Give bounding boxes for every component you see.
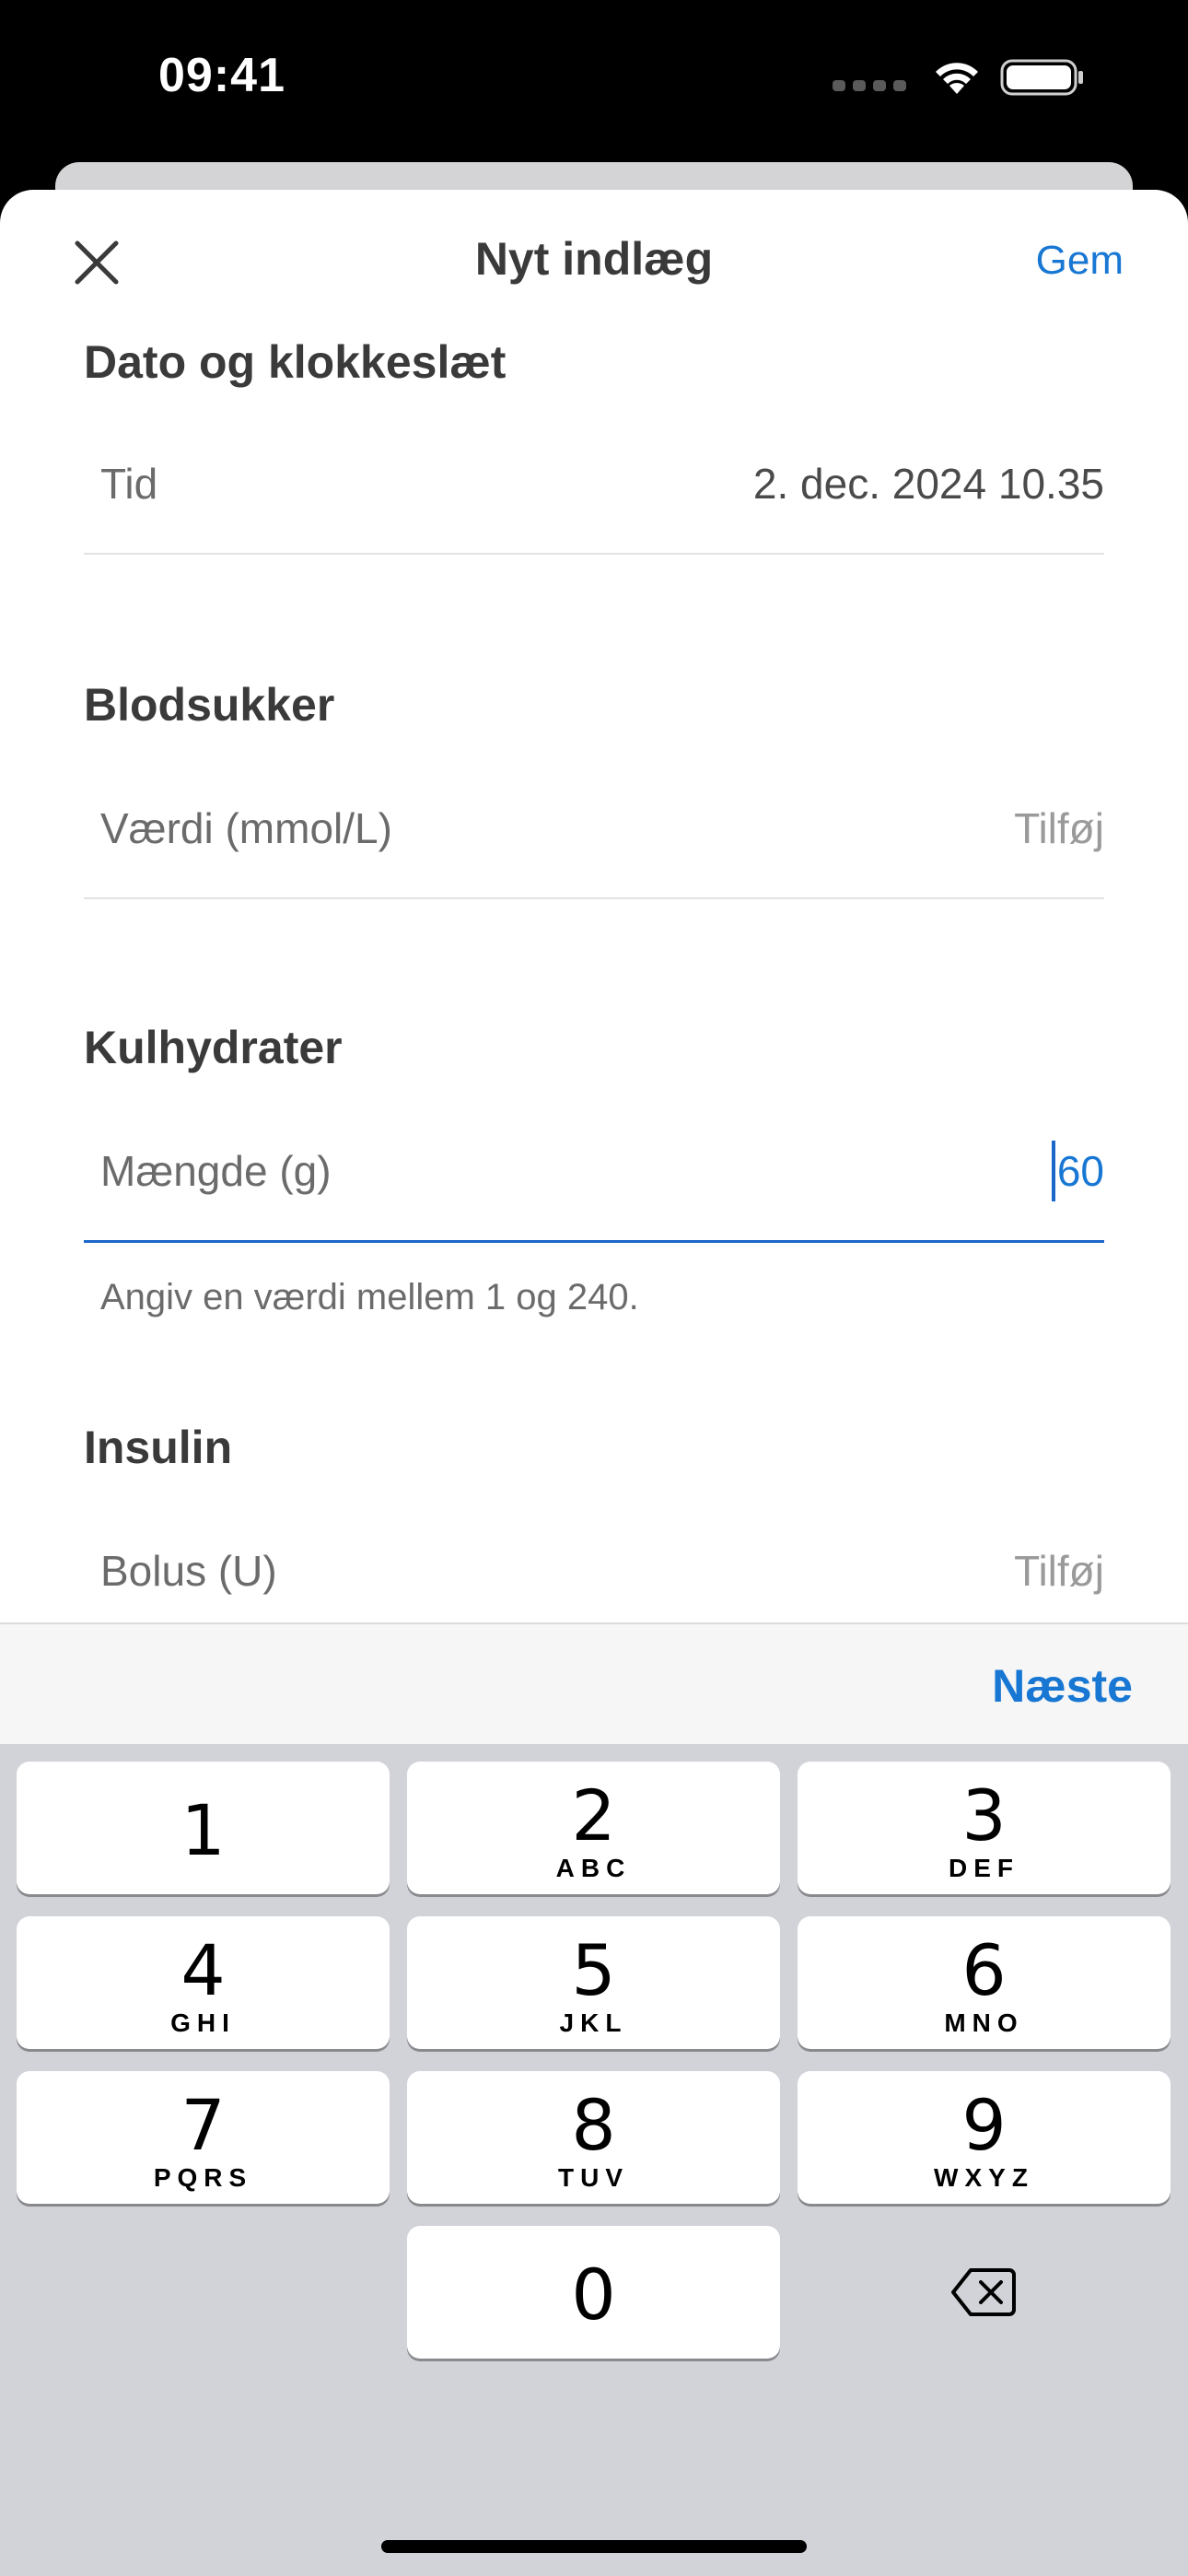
carbs-label: Mængde (g) xyxy=(100,1147,332,1195)
key-letters: TUV xyxy=(558,2163,629,2192)
time-row[interactable]: Tid 2. dec. 2024 10.35 xyxy=(84,415,1104,555)
status-icons xyxy=(833,57,1085,98)
insulin-bolus-row[interactable]: Bolus (U) Tilføj xyxy=(84,1502,1104,1642)
status-time: 09:41 xyxy=(158,49,285,102)
battery-icon xyxy=(1000,59,1083,96)
key-letters: ABC xyxy=(555,1854,632,1882)
key-3[interactable]: 3 DEF xyxy=(798,1762,1171,1894)
carbs-row[interactable]: Mængde (g) 60 xyxy=(84,1102,1104,1243)
key-digit: 6 xyxy=(961,1929,1007,2011)
blood-sugar-add[interactable]: Tilføj xyxy=(1014,803,1104,853)
key-8[interactable]: 8 TUV xyxy=(407,2071,780,2204)
keyboard-accessory-bar: Næste xyxy=(0,1622,1188,1746)
save-button[interactable]: Gem xyxy=(1036,238,1124,284)
time-value: 2. dec. 2024 10.35 xyxy=(752,460,1104,508)
section-title-insulin: Insulin xyxy=(84,1422,233,1473)
key-digit: 3 xyxy=(961,1774,1007,1856)
number-keypad: 1 2 ABC 3 DEF 4 GHI 5 JKL 6 MNO 7 PQRS 8… xyxy=(0,1744,1188,2576)
key-digit: 1 xyxy=(181,1789,226,1871)
key-digit: 2 xyxy=(571,1774,616,1856)
next-button[interactable]: Næste xyxy=(992,1659,1133,1713)
wifi-icon xyxy=(936,63,978,94)
key-4[interactable]: 4 GHI xyxy=(17,1916,390,2049)
key-digit: 8 xyxy=(571,2084,616,2166)
delete-key[interactable] xyxy=(798,2226,1171,2359)
carbs-hint: Angiv en værdi mellem 1 og 240. xyxy=(100,1277,639,1317)
key-letters: DEF xyxy=(949,1854,1019,1882)
carbs-input[interactable]: 60 xyxy=(1051,1141,1104,1201)
key-letters: WXYZ xyxy=(934,2163,1034,2192)
page-title: Nyt indlæg xyxy=(474,233,714,285)
key-letters: GHI xyxy=(170,2008,236,2037)
key-6[interactable]: 6 MNO xyxy=(798,1916,1171,2049)
time-label: Tid xyxy=(100,460,158,508)
section-title-carbs: Kulhydrater xyxy=(84,1022,343,1073)
key-digit: 4 xyxy=(181,1929,226,2011)
key-0[interactable]: 0 xyxy=(407,2226,780,2359)
section-title-blood-sugar: Blodsukker xyxy=(84,679,335,731)
home-indicator xyxy=(381,2540,807,2553)
key-digit: 7 xyxy=(181,2084,226,2166)
insulin-bolus-label: Bolus (U) xyxy=(100,1547,277,1595)
text-caret xyxy=(1051,1141,1055,1201)
key-1[interactable]: 1 xyxy=(17,1762,390,1894)
key-digit: 0 xyxy=(571,2254,616,2336)
key-7[interactable]: 7 PQRS xyxy=(17,2071,390,2204)
blood-sugar-label: Værdi (mmol/L) xyxy=(100,804,392,852)
section-title-datetime: Dato og klokkeslæt xyxy=(84,336,507,388)
key-letters: MNO xyxy=(944,2008,1024,2037)
blood-sugar-row[interactable]: Værdi (mmol/L) Tilføj xyxy=(84,759,1104,899)
carbs-value: 60 xyxy=(1056,1147,1104,1195)
key-5[interactable]: 5 JKL xyxy=(407,1916,780,2049)
key-9[interactable]: 9 WXYZ xyxy=(798,2071,1171,2204)
key-digit: 5 xyxy=(571,1929,616,2011)
key-letters: JKL xyxy=(559,2008,628,2037)
key-digit: 9 xyxy=(961,2084,1007,2166)
insulin-bolus-add[interactable]: Tilføj xyxy=(1014,1546,1104,1596)
key-2[interactable]: 2 ABC xyxy=(407,1762,780,1894)
key-letters: PQRS xyxy=(153,2163,253,2192)
backspace-icon xyxy=(951,2268,1016,2316)
cellular-signal-icon xyxy=(833,80,906,91)
